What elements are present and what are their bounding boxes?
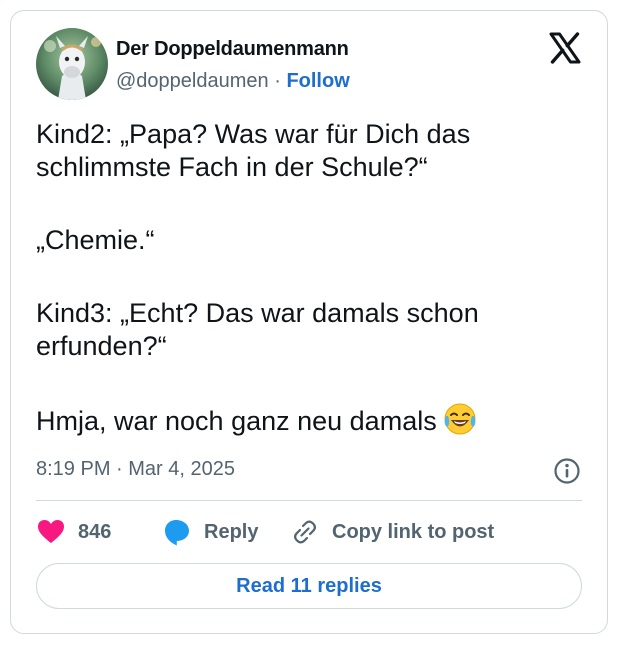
read-replies-label: Read 11 replies — [236, 574, 382, 597]
reply-label: Reply — [204, 520, 259, 543]
avatar[interactable] — [36, 28, 108, 100]
link-icon — [294, 520, 316, 544]
author-handle[interactable]: @doppeldaumen — [116, 70, 269, 92]
tweet-paragraph: Kind2: „Papa? Was war für Dich das schli… — [36, 119, 471, 182]
tweet-last-line: Hmja, war noch ganz neu damals — [36, 402, 576, 444]
heart-icon — [38, 520, 64, 543]
like-count: 846 — [78, 520, 112, 543]
like-button[interactable]: 846 — [36, 516, 111, 548]
divider — [36, 500, 582, 501]
author-handle-row: @doppeldaumen · Follow — [116, 70, 350, 93]
follow-button[interactable]: Follow — [286, 70, 349, 92]
tweet-paragraph: „Chemie.“ — [36, 225, 155, 255]
reply-bubble-icon — [165, 520, 189, 546]
tweet-paragraph: Hmja, war noch ganz neu damals — [36, 406, 437, 436]
copy-link-label: Copy link to post — [332, 520, 495, 543]
reply-button[interactable]: Reply — [162, 516, 258, 548]
author-name[interactable]: Der Doppeldaumenmann — [116, 38, 349, 61]
tweet-paragraph: Kind3: „Echt? Das war damals schon erfun… — [36, 298, 479, 361]
tweet-timestamp[interactable]: 8:19 PM · Mar 4, 2025 — [36, 458, 235, 481]
separator-dot: · — [274, 70, 281, 92]
read-replies-button[interactable]: Read 11 replies — [36, 563, 582, 609]
laughing-tears-emoji-icon — [443, 402, 477, 444]
info-icon[interactable] — [553, 457, 581, 485]
copy-link-button[interactable]: Copy link to post — [290, 516, 494, 548]
tweet-text: Kind2: „Papa? Was war für Dich das schli… — [36, 118, 576, 444]
x-logo-icon[interactable] — [547, 30, 583, 66]
